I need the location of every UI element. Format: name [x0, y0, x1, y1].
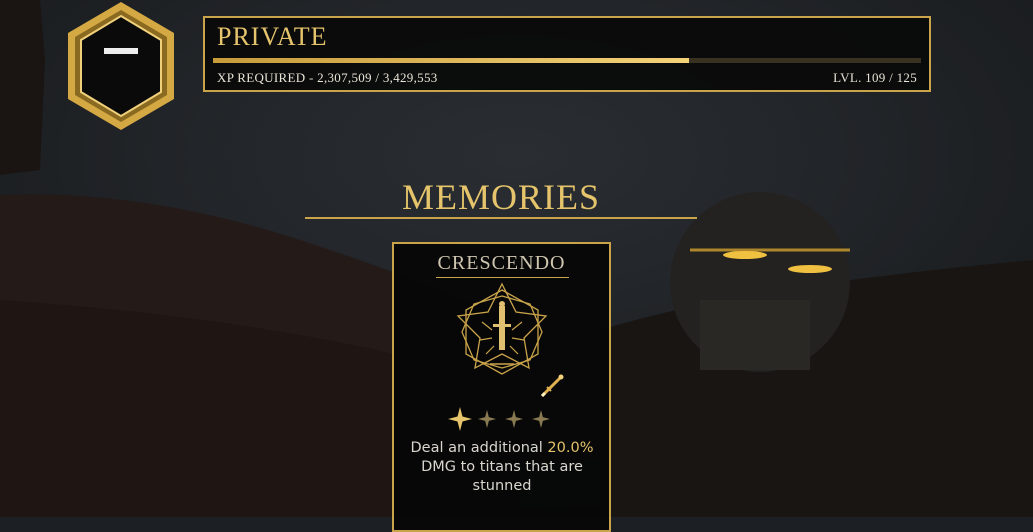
memory-description: Deal an additional 20.0% DMG to titans t… — [410, 440, 594, 494]
star-emblem-sword-icon — [442, 280, 562, 380]
sword-upgrade-icon — [538, 372, 566, 400]
star-filled-icon — [448, 407, 472, 431]
card-title-divider — [436, 277, 569, 278]
level-label: LVL. 109 / 125 — [833, 70, 917, 85]
xp-progress-fill — [213, 58, 690, 63]
star-empty-icon — [505, 410, 523, 428]
rank-progress-panel: PRIVATE XP REQUIRED - 2,307,509 / 3,429,… — [203, 16, 931, 92]
star-empty-icon — [478, 410, 496, 428]
rank-badge-icon — [66, 0, 176, 132]
memory-bonus-value: 20.0% — [547, 440, 594, 456]
star-empty-icon — [532, 410, 550, 428]
memory-card-title: CRESCENDO — [437, 252, 566, 274]
rank-name: PRIVATE — [217, 22, 328, 51]
xp-required-label: XP REQUIRED - 2,307,509 / 3,429,553 — [217, 70, 438, 85]
memories-title: MEMORIES — [401, 177, 601, 217]
memories-divider — [305, 217, 697, 219]
xp-progress-bar — [213, 58, 921, 63]
memory-card-crescendo[interactable]: CRESCENDO Deal an additional 20.0% DMG t… — [392, 242, 611, 532]
